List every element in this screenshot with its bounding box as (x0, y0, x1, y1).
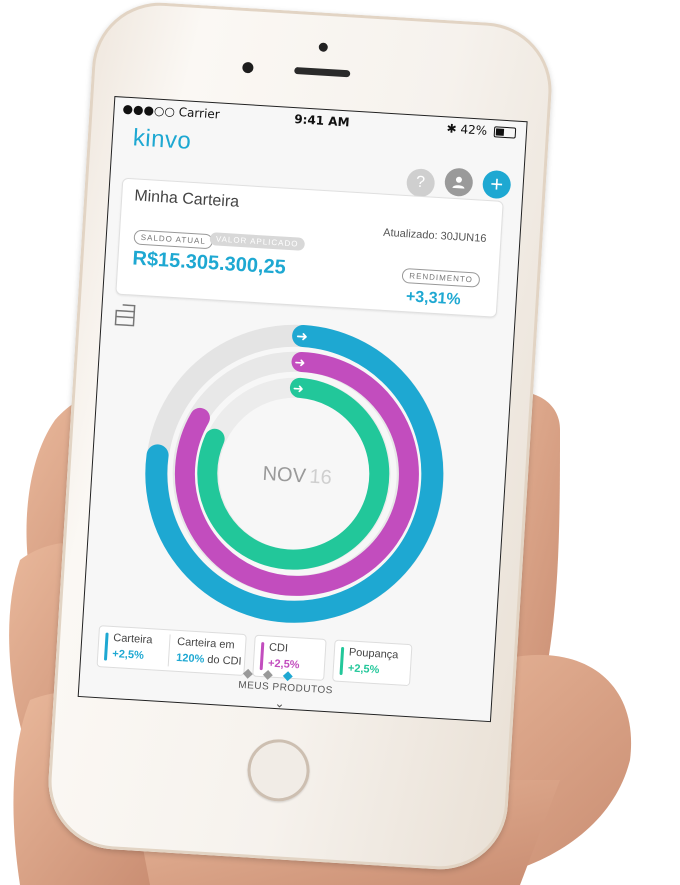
tab-valor-aplicado[interactable]: VALOR APLICADO (209, 232, 305, 251)
updated-date: Atualizado: 30JUN16 (382, 226, 487, 245)
battery-percent: 42% (460, 122, 488, 138)
layout-toggle-icon[interactable] (113, 302, 140, 328)
legend-carteira-cdi-suffix: do CDI (203, 653, 242, 668)
performance-rings: ➜ ➜ ➜ NOV 16 (145, 324, 444, 623)
rendimento-label: RENDIMENTO (401, 267, 481, 288)
legend-color-blue (103, 632, 109, 661)
legend-carteira-sub-value: 120% do CDI (176, 652, 242, 668)
rendimento-value: +3,31% (405, 288, 462, 309)
battery-indicator: ✱ 42% (446, 121, 517, 139)
balance-value: R$15.305.300,25 (131, 247, 287, 279)
arrow-icon: ➜ (296, 329, 309, 346)
legend-carteira-cdi-percent: 120% (175, 651, 205, 666)
arrow-icon: ➜ (292, 381, 304, 397)
carrier-label: ●●●○○ Carrier (122, 101, 221, 122)
legend-carteira-value: +2,5% (111, 647, 145, 662)
wallet-title: Minha Carteira (133, 187, 240, 211)
legend-cdi-name: CDI (268, 641, 289, 655)
legend-poupanca-name: Poupança (348, 646, 399, 662)
bluetooth-icon: ✱ (446, 121, 458, 136)
brand-logo: kinvo (132, 124, 193, 155)
help-icon[interactable]: ? (405, 168, 436, 198)
center-month: NOV (262, 463, 307, 488)
user-icon[interactable] (443, 167, 474, 198)
clock: 9:41 AM (293, 112, 350, 130)
legend-poupanca-value: +2,5% (347, 662, 380, 677)
legend-carteira[interactable]: Carteira +2,5% Carteira em 120% do CDI (96, 625, 247, 677)
legend-poupanca[interactable]: Poupança +2,5% (332, 639, 413, 687)
legend-divider (167, 634, 171, 667)
add-icon[interactable]: + (481, 169, 512, 200)
phone-device: ●●●○○ Carrier 9:41 AM ✱ 42% kinvo ? + Mi… (44, 0, 556, 874)
legend-color-green (339, 646, 345, 676)
app-screen: ●●●○○ Carrier 9:41 AM ✱ 42% kinvo ? + Mi… (77, 96, 528, 723)
legend-carteira-name: Carteira (112, 631, 153, 647)
wallet-card[interactable]: Minha Carteira Atualizado: 30JUN16 SALDO… (115, 177, 504, 318)
battery-icon (493, 126, 517, 139)
arrow-icon: ➜ (294, 356, 306, 372)
tab-saldo-atual[interactable]: SALDO ATUAL (133, 229, 214, 250)
center-year: 16 (309, 466, 333, 489)
chevron-down-icon[interactable]: ⌄ (274, 696, 285, 711)
legend-carteira-sub-name: Carteira em (176, 635, 235, 652)
